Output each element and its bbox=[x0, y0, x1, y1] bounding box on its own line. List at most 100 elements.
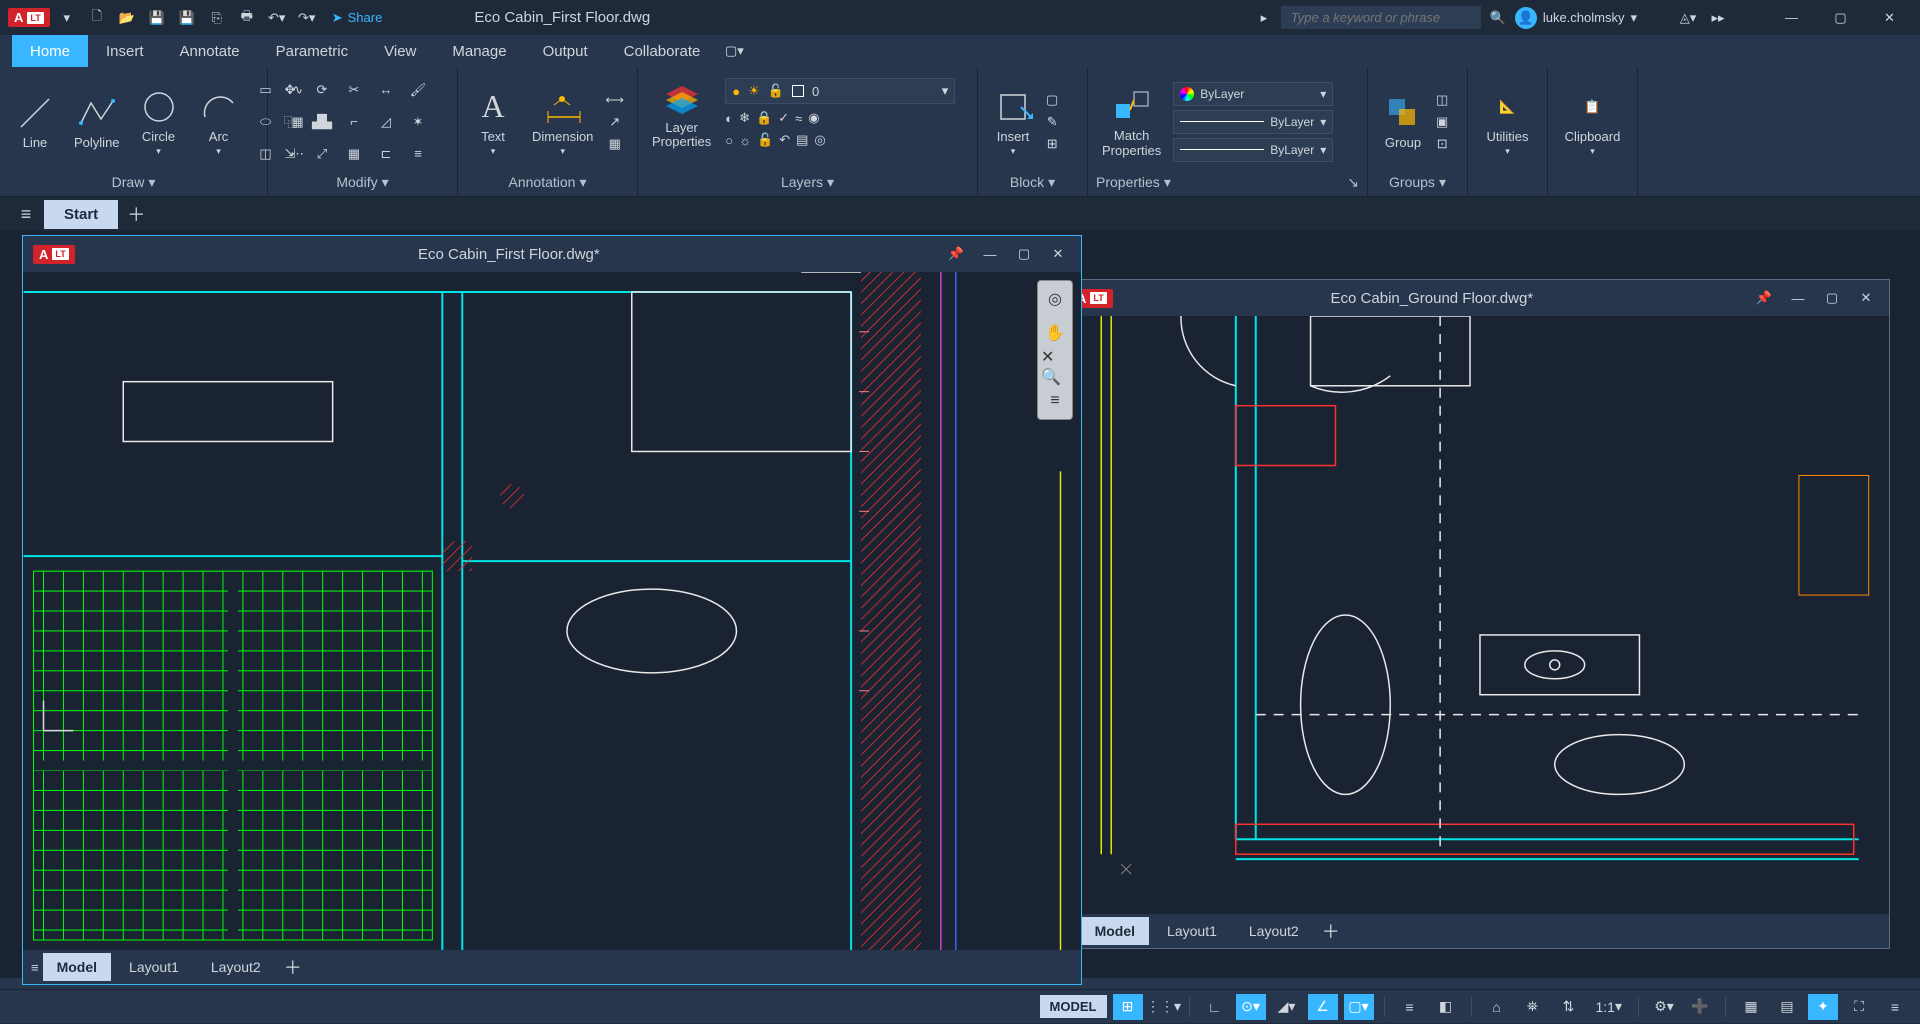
undo-icon[interactable]: ↶▾ bbox=[264, 5, 290, 31]
align-tool[interactable]: ≡ bbox=[404, 140, 432, 168]
close-button[interactable]: ✕ bbox=[1867, 3, 1912, 33]
zoom-extents-icon[interactable]: ✕🔍 bbox=[1041, 353, 1069, 381]
layer-freeze-icon[interactable]: ❄ bbox=[739, 110, 750, 126]
isodraft-toggle[interactable]: ◢▾ bbox=[1272, 994, 1302, 1020]
table-tool[interactable]: ▦ bbox=[605, 136, 624, 152]
nav-more-icon[interactable]: ≡ bbox=[1041, 387, 1069, 415]
linear-dim-tool[interactable]: ⟷ bbox=[605, 92, 624, 108]
layer-match-icon[interactable]: ≈ bbox=[795, 110, 802, 126]
redo-icon[interactable]: ↷▾ bbox=[294, 5, 320, 31]
quick-props-icon[interactable]: ▤ bbox=[1772, 994, 1802, 1020]
tab-parametric[interactable]: Parametric bbox=[258, 35, 367, 67]
snap-toggle[interactable]: ⋮⋮▾ bbox=[1149, 994, 1179, 1020]
doc2-maximize-icon[interactable]: ▢ bbox=[1819, 285, 1845, 311]
layer-iso-icon[interactable]: ◉ bbox=[808, 110, 819, 126]
edit-attr-icon[interactable]: ⊞ bbox=[1046, 136, 1058, 152]
workspace-switch-icon[interactable]: ⚙▾ bbox=[1649, 994, 1679, 1020]
group-tool[interactable]: Group bbox=[1376, 88, 1430, 154]
arc-tool[interactable]: Arc▾ bbox=[192, 82, 246, 161]
panel-properties-label[interactable]: Properties bbox=[1096, 174, 1160, 190]
doc1-canvas[interactable]: ◎ ✋ ✕🔍 ≡ bbox=[23, 272, 1081, 950]
copy-tool[interactable]: ⿻ bbox=[276, 108, 304, 136]
open-file-icon[interactable]: 📂 bbox=[114, 5, 140, 31]
doc1-maximize-icon[interactable]: ▢ bbox=[1011, 241, 1037, 267]
doc2-close-icon[interactable]: ✕ bbox=[1853, 285, 1879, 311]
text-tool[interactable]: AText▾ bbox=[466, 82, 520, 161]
scale-tool[interactable]: ⤢ bbox=[308, 140, 336, 168]
tab-collaborate[interactable]: Collaborate bbox=[606, 35, 719, 67]
leader-tool[interactable]: ↗ bbox=[605, 114, 624, 130]
doc-window-2[interactable]: A LT Eco Cabin_Ground Floor.dwg* 📌 — ▢ ✕ bbox=[1060, 279, 1890, 949]
panel-modify-label[interactable]: Modify bbox=[336, 174, 377, 190]
tab-manage[interactable]: Manage bbox=[434, 35, 524, 67]
polar-toggle[interactable]: ⊙▾ bbox=[1236, 994, 1266, 1020]
autocomplete-arrow-icon[interactable]: ▸ bbox=[1251, 5, 1277, 31]
clipboard-tool[interactable]: 📋Clipboard▾ bbox=[1559, 82, 1627, 161]
qat-dropdown-icon[interactable]: ▾ bbox=[54, 5, 80, 31]
layer-properties-tool[interactable]: Layer Properties bbox=[646, 73, 717, 154]
polyline-tool[interactable]: Polyline bbox=[68, 88, 126, 154]
status-model[interactable]: MODEL bbox=[1040, 995, 1107, 1018]
edit-block-icon[interactable]: ✎ bbox=[1046, 114, 1058, 130]
otrack-toggle[interactable]: ∠ bbox=[1308, 994, 1338, 1020]
panel-groups-label[interactable]: Groups bbox=[1389, 174, 1435, 190]
clean-screen-icon[interactable]: ⛶ bbox=[1844, 994, 1874, 1020]
move-tool[interactable]: ✥ bbox=[276, 76, 304, 104]
annoscale-icon[interactable]: ⌂ bbox=[1482, 994, 1512, 1020]
annoauto-icon[interactable]: ⇅ bbox=[1554, 994, 1584, 1020]
file-tabs-menu-icon[interactable]: ≡ bbox=[12, 204, 40, 225]
saveas-icon[interactable]: 💾 bbox=[174, 5, 200, 31]
add-file-tab[interactable]: ＋ bbox=[122, 201, 150, 227]
pan-icon[interactable]: ✋ bbox=[1041, 319, 1069, 347]
layer-on-icon[interactable]: ○ bbox=[725, 132, 733, 148]
doc2-layout1[interactable]: Layout1 bbox=[1153, 917, 1231, 945]
search-icon[interactable]: 🔍 bbox=[1485, 5, 1511, 31]
user-menu[interactable]: 👤 luke.cholmsky ▾ bbox=[1515, 7, 1637, 29]
layer-selector[interactable]: ● ☀ 🔓 0 ▾ bbox=[725, 78, 955, 104]
scale-display[interactable]: 1:1 ▾ bbox=[1590, 994, 1629, 1020]
doc1-layout-menu-icon[interactable]: ≡ bbox=[31, 960, 39, 975]
autodesk-app-icon[interactable]: ◬▾ bbox=[1675, 5, 1701, 31]
tab-annotate[interactable]: Annotate bbox=[162, 35, 258, 67]
doc2-layout2[interactable]: Layout2 bbox=[1235, 917, 1313, 945]
panel-block-label[interactable]: Block bbox=[1010, 174, 1044, 190]
tab-view[interactable]: View bbox=[366, 35, 434, 67]
doc1-pin-icon[interactable]: 📌 bbox=[943, 241, 969, 267]
doc1-add-layout[interactable]: ＋ bbox=[279, 954, 307, 980]
minimize-button[interactable]: — bbox=[1769, 3, 1814, 33]
match-properties-tool[interactable]: Match Properties bbox=[1096, 81, 1167, 162]
dimension-tool[interactable]: Dimension▾ bbox=[526, 82, 599, 161]
layer-off-icon[interactable]: ◐ bbox=[725, 110, 733, 126]
utilities-tool[interactable]: 📐Utilities▾ bbox=[1481, 82, 1535, 161]
lineweight-toggle[interactable]: ≡ bbox=[1395, 994, 1425, 1020]
trim-tool[interactable]: ✂ bbox=[340, 76, 368, 104]
layer-make-current-icon[interactable]: ✓ bbox=[778, 110, 789, 126]
app-logo[interactable]: A LT bbox=[8, 8, 50, 27]
doc-window-1[interactable]: A LT Eco Cabin_First Floor.dwg* 📌 — ▢ ✕ bbox=[22, 235, 1082, 985]
layer-previous-icon[interactable]: ↶ bbox=[779, 132, 790, 148]
chamfer-tool[interactable]: ◿ bbox=[372, 108, 400, 136]
annotation-monitor-icon[interactable]: ➕ bbox=[1685, 994, 1715, 1020]
grid-toggle[interactable]: ⊞ bbox=[1113, 994, 1143, 1020]
restore-button[interactable]: ▢ bbox=[1818, 3, 1863, 33]
expand-icon[interactable]: ▸▸ bbox=[1705, 5, 1731, 31]
doc2-minimize-icon[interactable]: — bbox=[1785, 285, 1811, 311]
tab-featured-apps[interactable]: ▢▾ bbox=[718, 35, 750, 67]
lineweight-selector[interactable]: ByLayer▾ bbox=[1173, 110, 1333, 134]
linetype-selector[interactable]: ByLayer▾ bbox=[1173, 138, 1333, 162]
tab-start[interactable]: Start bbox=[44, 200, 118, 229]
share-button[interactable]: ➤ Share bbox=[324, 10, 391, 26]
units-icon[interactable]: ▦ bbox=[1736, 994, 1766, 1020]
array-tool[interactable]: ▦ bbox=[340, 140, 368, 168]
doc1-layout1[interactable]: Layout1 bbox=[115, 953, 193, 981]
layer-walk-icon[interactable]: ▤ bbox=[796, 132, 808, 148]
search-input[interactable] bbox=[1281, 6, 1481, 29]
line-tool[interactable]: Line bbox=[8, 88, 62, 154]
circle-tool[interactable]: Circle▾ bbox=[132, 82, 186, 161]
panel-annotation-label[interactable]: Annotation bbox=[509, 174, 576, 190]
ungroup-icon[interactable]: ◫ bbox=[1436, 92, 1448, 108]
extend-tool[interactable]: ↔ bbox=[372, 76, 400, 104]
insert-block-tool[interactable]: Insert▾ bbox=[986, 82, 1040, 161]
doc2-layout-model[interactable]: Model bbox=[1081, 917, 1149, 945]
group-select-icon[interactable]: ⊡ bbox=[1436, 136, 1448, 152]
